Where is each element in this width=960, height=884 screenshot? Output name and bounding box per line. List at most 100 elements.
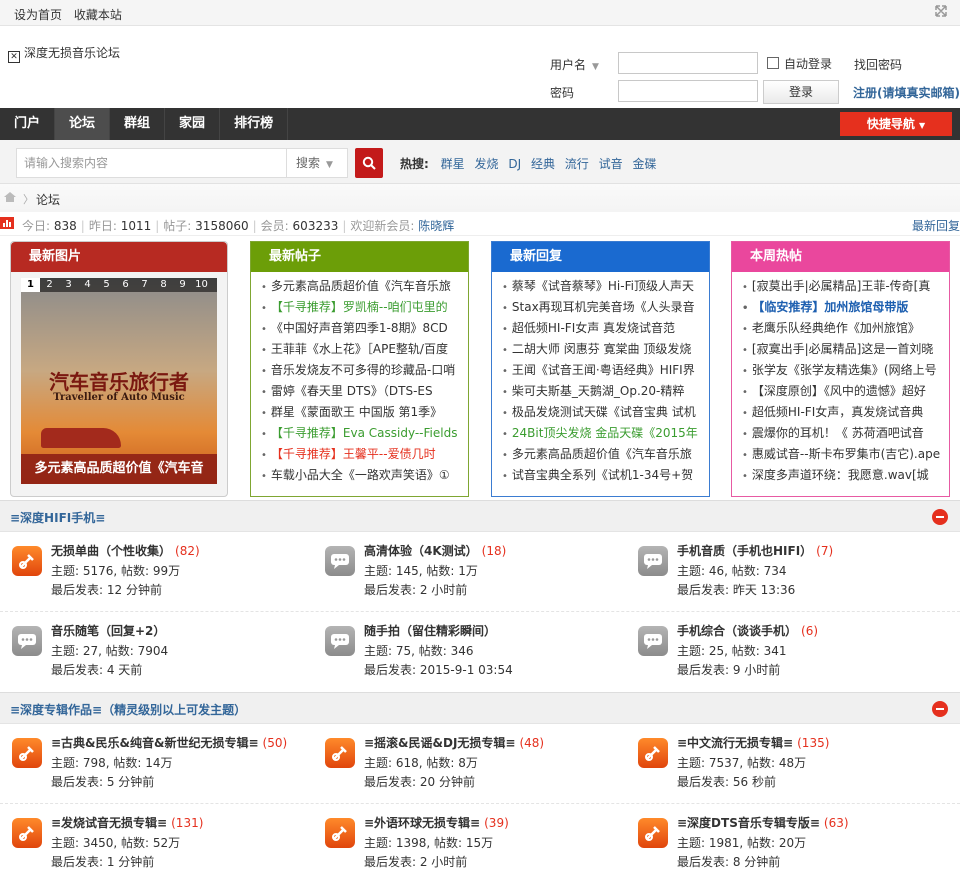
hot-post-link[interactable]: 老鹰乐队经典绝作《加州旅馆》 bbox=[742, 318, 949, 339]
reply-link[interactable]: Stax再现耳机完美音场《人头录音 bbox=[502, 297, 709, 318]
quick-nav-button[interactable]: 快捷导航 ▼ bbox=[840, 112, 952, 136]
search-input[interactable]: 请输入搜索内容 bbox=[16, 148, 286, 178]
nav-item-groups[interactable]: 群组 bbox=[110, 108, 166, 140]
forum-last-post[interactable]: 最后发表: 2 小时前 bbox=[364, 581, 467, 598]
breadcrumb-current[interactable]: 论坛 bbox=[36, 191, 60, 208]
forum-new-posts-icon[interactable] bbox=[638, 738, 668, 768]
reply-link[interactable]: 王闻《试音王闻·粤语经典》HIFI界 bbox=[502, 360, 709, 381]
nav-item-home[interactable]: 家园 bbox=[165, 108, 221, 140]
forum-last-post[interactable]: 最后发表: 8 分钟前 bbox=[677, 853, 780, 870]
forum-name[interactable]: ≡摇滚&民谣&DJ无损专辑≡ (48) bbox=[364, 734, 544, 751]
username-label[interactable]: 用户名 ▼ bbox=[550, 56, 599, 73]
hot-post-link[interactable]: 超低频HI-FI女声，真发烧试音典 bbox=[742, 402, 949, 423]
auto-login-label[interactable]: 自动登录 bbox=[784, 55, 832, 72]
forum-last-post[interactable]: 最后发表: 2 小时前 bbox=[364, 853, 467, 870]
forum-name[interactable]: ≡外语环球无损专辑≡ (39) bbox=[364, 814, 509, 831]
slide-caption[interactable]: 多元素高品质超价值《汽车音 bbox=[21, 454, 217, 484]
slide-page[interactable]: 6 bbox=[116, 278, 135, 292]
slide-page[interactable]: 1 bbox=[21, 278, 40, 292]
post-link[interactable]: 车载小品大全《一路欢声笑语》① bbox=[261, 465, 468, 486]
register-link[interactable]: 注册(请填真实邮箱) bbox=[853, 84, 960, 101]
collapse-icon[interactable] bbox=[932, 509, 948, 525]
post-link[interactable]: 王菲菲《水上花》［APE整轨/百度 bbox=[261, 339, 468, 360]
hot-post-link[interactable]: 【深度原创】《风中的遗憾》超好 bbox=[742, 381, 949, 402]
nav-item-ranking[interactable]: 排行榜 bbox=[220, 108, 289, 140]
forum-chat-icon[interactable] bbox=[325, 626, 355, 656]
forum-name[interactable]: ≡发烧试音无损专辑≡ (131) bbox=[51, 814, 203, 831]
forum-last-post[interactable]: 最后发表: 2015-9-1 03:54 bbox=[364, 661, 513, 678]
slide-page[interactable]: 2 bbox=[40, 278, 59, 292]
post-link[interactable]: 【千寻推荐】Eva Cassidy--Fields bbox=[261, 423, 468, 444]
new-member-link[interactable]: 陈晓辉 bbox=[418, 219, 454, 233]
post-link[interactable]: 雷婷《春天里 DTS》（DTS-ES bbox=[261, 381, 468, 402]
reply-link[interactable]: 多元素高品质超价值《汽车音乐旅 bbox=[502, 444, 709, 465]
forum-last-post[interactable]: 最后发表: 9 小时前 bbox=[677, 661, 780, 678]
forum-name[interactable]: 无损单曲（个性收集） (82) bbox=[51, 542, 200, 559]
collapse-icon[interactable] bbox=[932, 701, 948, 717]
nav-item-forum[interactable]: 论坛 bbox=[55, 108, 111, 140]
forum-new-posts-icon[interactable] bbox=[12, 738, 42, 768]
forum-last-post[interactable]: 最后发表: 5 分钟前 bbox=[51, 773, 154, 790]
forum-chat-icon[interactable] bbox=[325, 546, 355, 576]
forum-last-post[interactable]: 最后发表: 12 分钟前 bbox=[51, 581, 162, 598]
hot-post-link[interactable]: [寂莫出手|必属精品]王菲-传奇[真 bbox=[742, 276, 949, 297]
hot-term[interactable]: 经典 bbox=[531, 157, 555, 171]
slide-page[interactable]: 10 bbox=[192, 278, 211, 292]
bookmark-link[interactable]: 收藏本站 bbox=[74, 8, 122, 22]
forum-name[interactable]: ≡古典&民乐&纯音&新世纪无损专辑≡ (50) bbox=[51, 734, 287, 751]
forum-name[interactable]: 手机音质（手机也HIFI） (7) bbox=[677, 542, 833, 559]
hot-term[interactable]: DJ bbox=[508, 157, 521, 171]
home-icon[interactable] bbox=[4, 192, 16, 202]
forum-last-post[interactable]: 最后发表: 昨天 13:36 bbox=[677, 581, 795, 598]
reply-link[interactable]: 蔡琴《试音蔡琴》Hi-Fi顶级人声天 bbox=[502, 276, 709, 297]
post-link[interactable]: 音乐发烧友不可多得的珍藏品-口哨 bbox=[261, 360, 468, 381]
auto-login-checkbox[interactable] bbox=[767, 57, 779, 69]
hot-post-link[interactable]: [寂寞出手|必属精品]这是一首刘晓 bbox=[742, 339, 949, 360]
reply-link[interactable]: 二胡大师 闵惠芬 寛棠曲 顶级发烧 bbox=[502, 339, 709, 360]
forum-new-posts-icon[interactable] bbox=[325, 738, 355, 768]
hot-post-link[interactable]: 【临安推荐】加州旅馆母带版 bbox=[742, 297, 949, 318]
hot-post-link[interactable]: 深度多声道环绕：我愿意.wav[城 bbox=[742, 465, 949, 486]
nav-item-portal[interactable]: 门户 bbox=[0, 108, 56, 140]
slide-page[interactable]: 9 bbox=[173, 278, 192, 292]
forum-last-post[interactable]: 最后发表: 4 天前 bbox=[51, 661, 142, 678]
post-link[interactable]: 【千寻推荐】罗凯楠--咱们屯里的 bbox=[261, 297, 468, 318]
forum-name[interactable]: ≡中文流行无损专辑≡ (135) bbox=[677, 734, 829, 751]
latest-reply-link[interactable]: 最新回复 bbox=[912, 217, 960, 234]
slide-page[interactable]: 5 bbox=[97, 278, 116, 292]
reply-link[interactable]: 超低频HI-FI女声 真发烧试音范 bbox=[502, 318, 709, 339]
slide-page[interactable]: 3 bbox=[59, 278, 78, 292]
picture-slideshow[interactable]: 1 2 3 4 5 6 7 8 9 10 汽车音乐旅行者 Traveller of Auto Mu… bbox=[21, 278, 217, 484]
hot-post-link[interactable]: 张学友《张学友精选集》(网络上号 bbox=[742, 360, 949, 381]
login-button[interactable]: 登录 bbox=[763, 80, 839, 104]
forum-name[interactable]: 高清体验（4K测试） (18) bbox=[364, 542, 506, 559]
forum-name[interactable]: 音乐随笔（回复+2） bbox=[51, 622, 169, 639]
slide-page[interactable]: 8 bbox=[154, 278, 173, 292]
post-link[interactable]: 【千寻推荐】王馨平--爱债几时 bbox=[261, 444, 468, 465]
forum-last-post[interactable]: 最后发表: 1 分钟前 bbox=[51, 853, 154, 870]
search-type-select[interactable]: 搜索 ▼ bbox=[286, 148, 348, 178]
find-password-link[interactable]: 找回密码 bbox=[854, 56, 902, 73]
forum-new-posts-icon[interactable] bbox=[638, 818, 668, 848]
forum-chat-icon[interactable] bbox=[638, 546, 668, 576]
hot-term[interactable]: 群星 bbox=[441, 157, 465, 171]
forum-name[interactable]: 手机综合（谈谈手机） (6) bbox=[677, 622, 818, 639]
username-input[interactable] bbox=[618, 52, 758, 74]
forum-chat-icon[interactable] bbox=[638, 626, 668, 656]
site-logo[interactable]: ✕ 深度无损音乐论坛 bbox=[8, 44, 120, 63]
forum-group-title[interactable]: ≡深度HIFI手机≡ bbox=[10, 509, 105, 526]
search-button[interactable] bbox=[355, 148, 383, 178]
hot-term[interactable]: 试音 bbox=[599, 157, 623, 171]
forum-name[interactable]: 随手拍（留住精彩瞬间） bbox=[364, 622, 500, 639]
reply-link[interactable]: 24Bit顶尖发烧 金品天碟《2015年 bbox=[502, 423, 709, 444]
password-input[interactable] bbox=[618, 80, 758, 102]
forum-new-posts-icon[interactable] bbox=[12, 818, 42, 848]
forum-name[interactable]: ≡深度DTS音乐专辑专版≡ (63) bbox=[677, 814, 849, 831]
set-home-link[interactable]: 设为首页 bbox=[14, 8, 62, 22]
hot-post-link[interactable]: 震爆你的耳机！《 苏荷酒吧试音 bbox=[742, 423, 949, 444]
hot-term[interactable]: 发烧 bbox=[474, 157, 498, 171]
forum-last-post[interactable]: 最后发表: 56 秒前 bbox=[677, 773, 776, 790]
reply-link[interactable]: 极品发烧测试天碟《试音宝典 试机 bbox=[502, 402, 709, 423]
reply-link[interactable]: 试音宝典全系列《试机1-34号+贺 bbox=[502, 465, 709, 486]
forum-new-posts-icon[interactable] bbox=[12, 546, 42, 576]
